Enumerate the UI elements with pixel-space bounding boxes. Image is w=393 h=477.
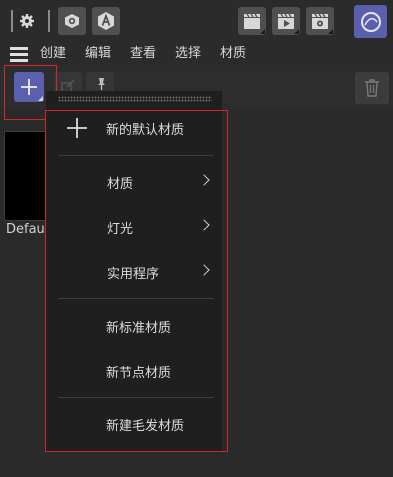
render-view-button[interactable] <box>238 7 266 35</box>
top-toolbar <box>0 0 393 42</box>
menu-create[interactable]: 创建 <box>40 42 66 66</box>
redshift-logo-icon <box>361 12 381 32</box>
menu-view[interactable]: 查看 <box>130 42 156 66</box>
settings-gear-icon[interactable] <box>17 10 37 32</box>
material-name-label: Defau <box>6 222 45 237</box>
toolbar-separator <box>48 10 50 32</box>
eye-icon <box>65 14 79 28</box>
menu-grip[interactable] <box>58 96 212 102</box>
menu-bar: 创建 编辑 查看 选择 材质 <box>0 42 393 66</box>
pin-icon <box>98 78 105 90</box>
toolbar-separator <box>11 10 13 32</box>
viewport-eye-button[interactable] <box>58 7 86 35</box>
material-thumbnail[interactable] <box>4 131 46 221</box>
font-a-button[interactable] <box>92 7 120 35</box>
menu-select[interactable]: 选择 <box>175 42 201 66</box>
menu-edit[interactable]: 编辑 <box>85 42 111 66</box>
render-button[interactable] <box>272 7 300 35</box>
trash-icon <box>365 79 379 97</box>
redshift-button[interactable] <box>354 5 387 38</box>
play-clapper-icon <box>278 13 294 29</box>
dropdown-highlight <box>45 110 228 452</box>
delete-button[interactable] <box>355 72 389 104</box>
font-a-icon <box>98 12 114 30</box>
render-settings-button[interactable] <box>306 7 334 35</box>
clapperboard-icon <box>244 13 260 29</box>
render-settings-icon <box>312 13 328 29</box>
menu-material[interactable]: 材质 <box>220 42 246 66</box>
hamburger-menu-icon[interactable] <box>10 47 28 62</box>
